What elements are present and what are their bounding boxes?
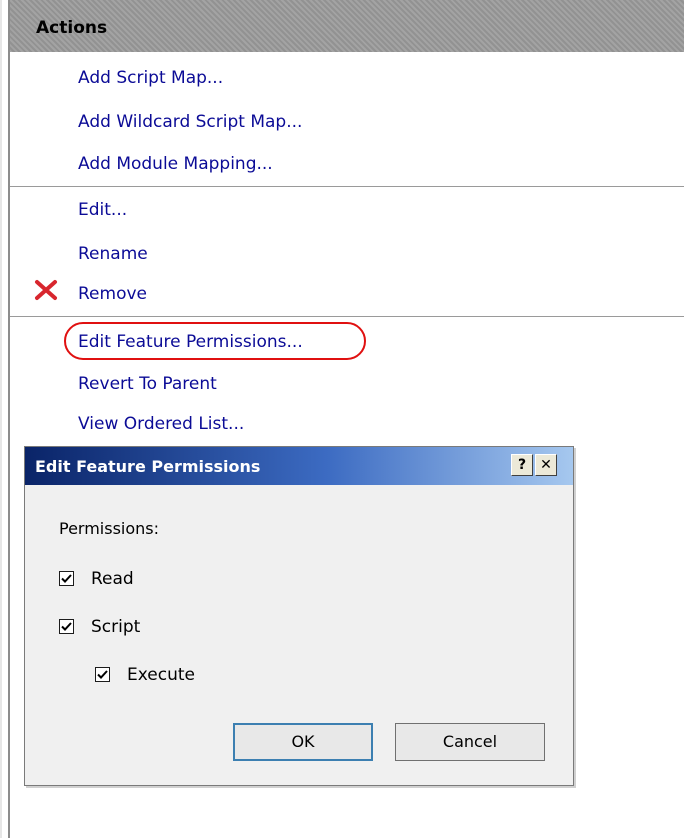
- read-label: Read: [91, 569, 134, 589]
- read-checkbox[interactable]: [59, 571, 74, 586]
- dialog-title: Edit Feature Permissions: [35, 457, 261, 476]
- execute-label: Execute: [127, 665, 195, 685]
- view-ordered-list-link[interactable]: View Ordered List...: [78, 414, 244, 434]
- edit-feature-permissions-link[interactable]: Edit Feature Permissions...: [78, 332, 303, 352]
- checkmark-icon: [61, 574, 72, 583]
- help-button[interactable]: ?: [511, 454, 533, 476]
- rename-link[interactable]: Rename: [78, 244, 148, 264]
- script-checkbox[interactable]: [59, 619, 74, 634]
- edit-feature-permissions-dialog: Edit Feature Permissions ? ✕ Permissions…: [24, 446, 574, 786]
- actions-title: Actions: [36, 18, 108, 38]
- separator: [10, 186, 684, 187]
- close-button[interactable]: ✕: [535, 454, 557, 476]
- revert-to-parent-link[interactable]: Revert To Parent: [78, 374, 217, 394]
- separator: [10, 316, 684, 317]
- dialog-titlebar[interactable]: Edit Feature Permissions ? ✕: [25, 447, 573, 485]
- execute-checkbox[interactable]: [95, 667, 110, 682]
- permissions-label: Permissions:: [59, 519, 160, 538]
- window-left-edge: [0, 0, 2, 838]
- add-wildcard-script-map-link[interactable]: Add Wildcard Script Map...: [78, 112, 302, 132]
- checkmark-icon: [97, 670, 108, 679]
- add-module-mapping-link[interactable]: Add Module Mapping...: [78, 154, 273, 174]
- edit-link[interactable]: Edit...: [78, 200, 127, 220]
- cancel-button[interactable]: Cancel: [395, 723, 545, 761]
- ok-button[interactable]: OK: [233, 723, 373, 761]
- script-label: Script: [91, 617, 141, 637]
- remove-link[interactable]: Remove: [78, 284, 147, 304]
- remove-x-icon[interactable]: [34, 278, 58, 302]
- checkmark-icon: [61, 622, 72, 631]
- actions-header: Actions: [10, 0, 684, 52]
- add-script-map-link[interactable]: Add Script Map...: [78, 68, 223, 88]
